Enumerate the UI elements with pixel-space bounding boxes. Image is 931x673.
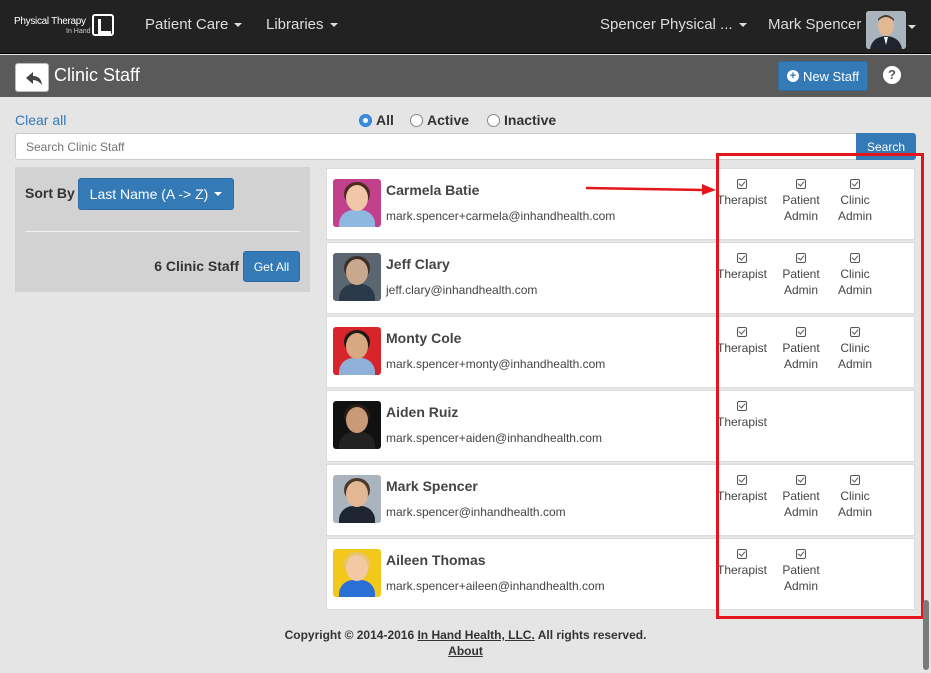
- scrollbar[interactable]: [923, 600, 929, 670]
- clinic-switcher[interactable]: Spencer Physical ...: [600, 16, 747, 33]
- page-title: Clinic Staff: [54, 65, 140, 85]
- back-arrow-icon: [26, 72, 42, 85]
- back-button[interactable]: [15, 63, 49, 92]
- radio-selected-icon: [359, 113, 372, 127]
- staff-email: jeff.clary@inhandhealth.com: [386, 283, 538, 297]
- clear-all-link[interactable]: Clear all: [15, 112, 66, 128]
- staff-count: 6 Clinic Staff: [154, 258, 239, 274]
- staff-photo: [333, 549, 381, 597]
- brand-logo[interactable]: Physical Therapy In Hand: [14, 14, 114, 40]
- nav-libraries[interactable]: Libraries: [266, 16, 338, 33]
- staff-name: Aiden Ruiz: [386, 404, 459, 420]
- staff-email: mark.spencer+carmela@inhandhealth.com: [386, 209, 616, 223]
- new-staff-button[interactable]: + New Staff: [778, 61, 868, 91]
- footer-copyright: Copyright © 2014-2016 In Hand Health, LL…: [0, 628, 931, 642]
- chevron-down-icon: [738, 23, 747, 28]
- radio-icon: [487, 113, 500, 127]
- nav-patient-care[interactable]: Patient Care: [145, 16, 243, 33]
- user-avatar[interactable]: [866, 11, 906, 49]
- staff-photo: [333, 401, 381, 449]
- staff-email: mark.spencer+aiden@inhandhealth.com: [386, 431, 602, 445]
- clinic-name: Spencer Physical ...: [600, 16, 733, 33]
- staff-name: Aileen Thomas: [386, 552, 486, 568]
- sort-label: Sort By: [25, 185, 75, 201]
- new-staff-label: New Staff: [802, 68, 860, 84]
- staff-photo: [333, 179, 381, 227]
- filter-active-radio[interactable]: Active: [410, 112, 469, 128]
- staff-photo: [333, 327, 381, 375]
- sort-dropdown[interactable]: Last Name (A -> Z): [78, 178, 234, 210]
- nav-libraries-label: Libraries: [266, 16, 324, 33]
- staff-name: Mark Spencer: [386, 478, 478, 494]
- filter-inactive-radio[interactable]: Inactive: [487, 112, 556, 128]
- about-link[interactable]: About: [448, 644, 483, 658]
- chevron-down-icon: [329, 23, 338, 28]
- copyright-suffix: All rights reserved.: [534, 628, 647, 642]
- top-navbar: Physical Therapy In Hand Patient Care Li…: [0, 0, 931, 54]
- staff-name: Monty Cole: [386, 330, 462, 346]
- user-menu[interactable]: Mark Spencer: [768, 16, 861, 33]
- sort-panel: Sort By Last Name (A -> Z) 6 Clinic Staf…: [15, 167, 310, 292]
- help-icon[interactable]: ?: [883, 66, 901, 84]
- chevron-down-icon: [234, 23, 243, 28]
- nav-patient-care-label: Patient Care: [145, 16, 229, 33]
- chevron-down-icon[interactable]: [908, 25, 916, 29]
- brand-mark-icon: [92, 14, 114, 36]
- radio-icon: [410, 113, 423, 127]
- annotation-box: [716, 153, 924, 619]
- staff-photo: [333, 475, 381, 523]
- plus-circle-icon: +: [786, 70, 799, 82]
- staff-email: mark.spencer@inhandhealth.com: [386, 505, 566, 519]
- divider: [25, 231, 300, 232]
- title-bar: Clinic Staff + New Staff ?: [0, 55, 931, 97]
- brand-name: Physical Therapy: [14, 16, 86, 27]
- copyright-prefix: Copyright © 2014-2016: [284, 628, 418, 642]
- filter-all-label: All: [376, 112, 394, 128]
- get-all-button[interactable]: Get All: [243, 251, 300, 282]
- staff-email: mark.spencer+aileen@inhandhealth.com: [386, 579, 605, 593]
- company-link[interactable]: In Hand Health, LLC.: [417, 628, 534, 642]
- staff-name: Jeff Clary: [386, 256, 450, 272]
- staff-name: Carmela Batie: [386, 182, 480, 198]
- filter-all-radio[interactable]: All: [359, 112, 394, 128]
- footer-about: About: [0, 644, 931, 658]
- staff-photo: [333, 253, 381, 301]
- chevron-down-icon: [214, 192, 223, 196]
- annotation-arrow: [586, 184, 716, 195]
- filter-inactive-label: Inactive: [504, 112, 557, 128]
- brand-subtitle: In Hand: [66, 28, 91, 35]
- sort-value: Last Name (A -> Z): [89, 186, 209, 202]
- filter-active-label: Active: [427, 112, 470, 128]
- staff-email: mark.spencer+monty@inhandhealth.com: [386, 357, 606, 371]
- user-name: Mark Spencer: [768, 16, 862, 33]
